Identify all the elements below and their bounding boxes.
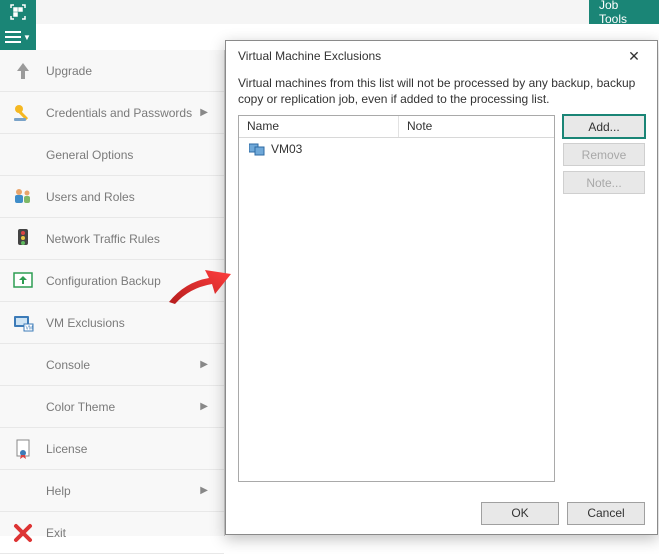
menu-label: General Options [46,148,214,162]
dialog-title-text: Virtual Machine Exclusions [238,49,619,63]
row-name: VM03 [271,142,302,156]
menu-label: License [46,442,214,456]
qr-icon [0,0,36,24]
hamburger-icon [5,31,21,43]
main-menu: Upgrade Credentials and Passwords ▶ Gene… [0,50,225,536]
blank-icon [10,394,36,420]
list-row[interactable]: VM03 [239,138,554,160]
chevron-down-icon: ▼ [23,33,31,42]
blank-icon [10,352,36,378]
config-backup-icon [10,268,36,294]
menu-label: Credentials and Passwords [46,106,200,120]
upgrade-icon [10,58,36,84]
close-button[interactable]: ✕ [619,48,649,65]
dialog-footer: OK Cancel [226,492,657,534]
ok-button[interactable]: OK [481,502,559,525]
menu-vm-exclusions[interactable]: VM VM Exclusions [0,302,224,344]
job-tools-tab[interactable]: Job Tools [589,0,659,24]
topbar: Job Tools [0,0,659,24]
dialog-body: Virtual machines from this list will not… [226,71,657,492]
submenu-caret-icon: ▶ [200,107,208,118]
menu-color-theme[interactable]: Color Theme ▶ [0,386,224,428]
menu-label: Console [46,358,200,372]
users-icon [10,184,36,210]
dialog-titlebar: Virtual Machine Exclusions ✕ [226,41,657,71]
menu-label: Help [46,484,200,498]
vm-exclusions-icon: VM [10,310,36,336]
dialog-description: Virtual machines from this list will not… [238,71,645,107]
menu-network-traffic[interactable]: Network Traffic Rules [0,218,224,260]
blank-icon [10,478,36,504]
scan-icon [10,4,26,20]
add-button[interactable]: Add... [563,115,645,138]
submenu-caret-icon: ▶ [200,485,208,496]
menu-label: Upgrade [46,64,214,78]
blank-icon [10,142,36,168]
menu-label: Configuration Backup [46,274,214,288]
menu-upgrade[interactable]: Upgrade [0,50,224,92]
dialog-side-buttons: Add... Remove Note... [563,115,645,482]
menu-label: VM Exclusions [46,316,214,330]
svg-text:VM: VM [26,325,34,331]
submenu-caret-icon: ▶ [200,401,208,412]
submenu-caret-icon: ▶ [200,359,208,370]
menu-license[interactable]: License [0,428,224,470]
menu-label: Network Traffic Rules [46,232,214,246]
cancel-button[interactable]: Cancel [567,502,645,525]
menu-credentials[interactable]: Credentials and Passwords ▶ [0,92,224,134]
menu-config-backup[interactable]: Configuration Backup [0,260,224,302]
menu-help[interactable]: Help ▶ [0,470,224,512]
menu-users-roles[interactable]: Users and Roles [0,176,224,218]
note-button: Note... [563,171,645,194]
vm-exclusions-dialog: Virtual Machine Exclusions ✕ Virtual mac… [225,40,658,535]
col-note[interactable]: Note [399,116,554,137]
menu-console[interactable]: Console ▶ [0,344,224,386]
menu-label: Users and Roles [46,190,214,204]
menu-exit[interactable]: Exit [0,512,224,554]
license-icon [10,436,36,462]
menu-label: Exit [46,526,214,540]
vm-icon [247,141,267,157]
exclusions-list[interactable]: Name Note VM03 [238,115,555,482]
remove-button: Remove [563,143,645,166]
menu-label: Color Theme [46,400,200,414]
key-icon [10,100,36,126]
exit-icon [10,520,36,546]
main-menu-button[interactable]: ▼ [0,24,36,50]
col-name[interactable]: Name [239,116,399,137]
list-header: Name Note [239,116,554,138]
menu-general-options[interactable]: General Options [0,134,224,176]
traffic-icon [10,226,36,252]
